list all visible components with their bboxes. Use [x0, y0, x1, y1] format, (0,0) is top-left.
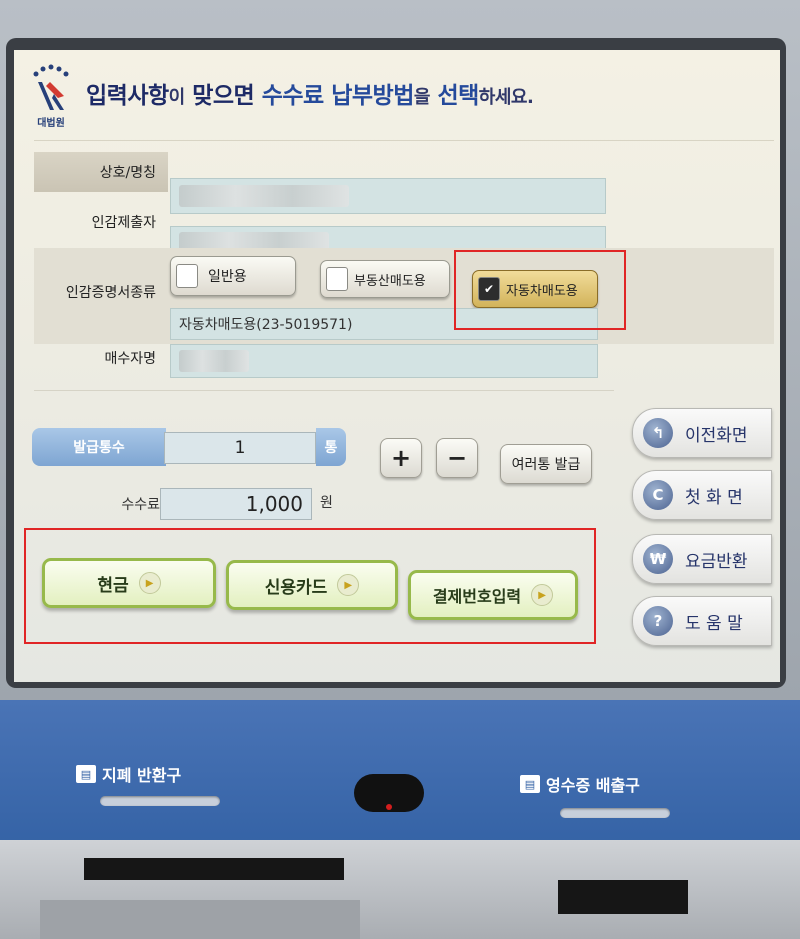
play-arrow-icon: ▶ — [531, 584, 554, 606]
logo-text: 대법원 — [37, 118, 65, 129]
redacted-buyer — [179, 350, 249, 372]
decrease-count-button[interactable]: − — [436, 438, 478, 478]
nav-home-button[interactable]: C 첫 화 면 — [632, 470, 772, 520]
submitter-label: 인감제출자 — [91, 215, 156, 231]
issue-count-unit: 통 — [316, 428, 346, 466]
page-title: 입력사항이 맞으면 수수료 납부방법을 선택하세요. — [86, 83, 534, 109]
cert-type-general-label: 일반용 — [208, 269, 247, 285]
cert-type-value-field: 자동차매도용(23-5019571) — [170, 308, 598, 340]
help-icon: ? — [643, 606, 673, 636]
kiosk-screen: 대법원 입력사항이 맞으면 수수료 납부방법을 선택하세요. 상호/명칭 인감제… — [14, 50, 780, 682]
nav-home-label: 첫 화 면 — [685, 487, 743, 508]
checked-checkbox-icon: ✔ — [478, 277, 500, 301]
fee-unit: 원 — [320, 495, 333, 511]
fee-label: 수수료 — [121, 497, 160, 513]
company-label: 상호/명칭 — [34, 152, 168, 192]
nav-refund-button[interactable]: ₩ 요금반환 — [632, 534, 772, 584]
receipt-slot-indicator — [560, 808, 670, 818]
checkbox-icon — [326, 267, 348, 291]
back-arrow-icon: ↰ — [643, 418, 673, 448]
court-emblem-icon — [33, 64, 69, 110]
bill-return-label: ▤ 지폐 반환구 — [76, 762, 181, 786]
receipt-icon: ▤ — [520, 775, 540, 793]
increase-count-button[interactable]: + — [380, 438, 422, 478]
cert-type-realestate-button[interactable]: 부동산매도용 — [320, 260, 450, 298]
play-arrow-icon: ▶ — [138, 572, 161, 594]
issue-count-label: 발급통수 — [32, 428, 166, 466]
nav-back-label: 이전화면 — [685, 425, 748, 446]
sensor-led — [386, 804, 392, 810]
multi-issue-button[interactable]: 여러통 발급 — [500, 444, 592, 484]
receipt-output-slot[interactable] — [558, 880, 688, 914]
redacted-company — [179, 185, 349, 207]
fee-value: 1,000 — [160, 488, 312, 520]
nav-back-button[interactable]: ↰ 이전화면 — [632, 408, 772, 458]
won-icon: ₩ — [643, 544, 673, 574]
play-arrow-icon: ▶ — [337, 574, 360, 596]
nav-refund-label: 요금반환 — [685, 551, 748, 572]
bill-icon: ▤ — [76, 765, 96, 783]
header-divider — [34, 140, 774, 141]
form-divider — [34, 390, 614, 391]
court-logo: 대법원 — [28, 64, 74, 132]
output-tray — [40, 900, 360, 939]
card-slot[interactable] — [84, 858, 344, 880]
bill-return-slot[interactable] — [100, 796, 220, 806]
buyer-label: 매수자명 — [104, 351, 156, 367]
cash-payment-label: 현금 — [97, 575, 129, 596]
card-payment-label: 신용카드 — [264, 577, 328, 598]
payment-number-label: 결제번호입력 — [432, 587, 522, 606]
cert-type-vehicle-button[interactable]: ✔ 자동차매도용 — [472, 270, 598, 308]
cert-type-realestate-label: 부동산매도용 — [354, 273, 426, 289]
nav-help-button[interactable]: ? 도 움 말 — [632, 596, 772, 646]
cert-type-general-button[interactable]: 일반용 — [170, 256, 296, 296]
card-payment-button[interactable]: 신용카드 ▶ — [226, 560, 398, 610]
buyer-field — [170, 344, 598, 378]
nav-help-label: 도 움 말 — [685, 613, 743, 634]
payment-number-button[interactable]: 결제번호입력 ▶ — [408, 570, 578, 620]
company-field — [170, 178, 606, 214]
home-c-icon: C — [643, 480, 673, 510]
receipt-label: ▤ 영수증 배출구 — [520, 772, 640, 796]
issue-count-value: 1 — [164, 432, 316, 464]
cert-type-vehicle-label: 자동차매도용 — [506, 283, 578, 299]
checkbox-icon — [176, 264, 198, 288]
cert-type-label: 인감증명서종류 — [65, 285, 156, 301]
cash-payment-button[interactable]: 현금 ▶ — [42, 558, 216, 608]
